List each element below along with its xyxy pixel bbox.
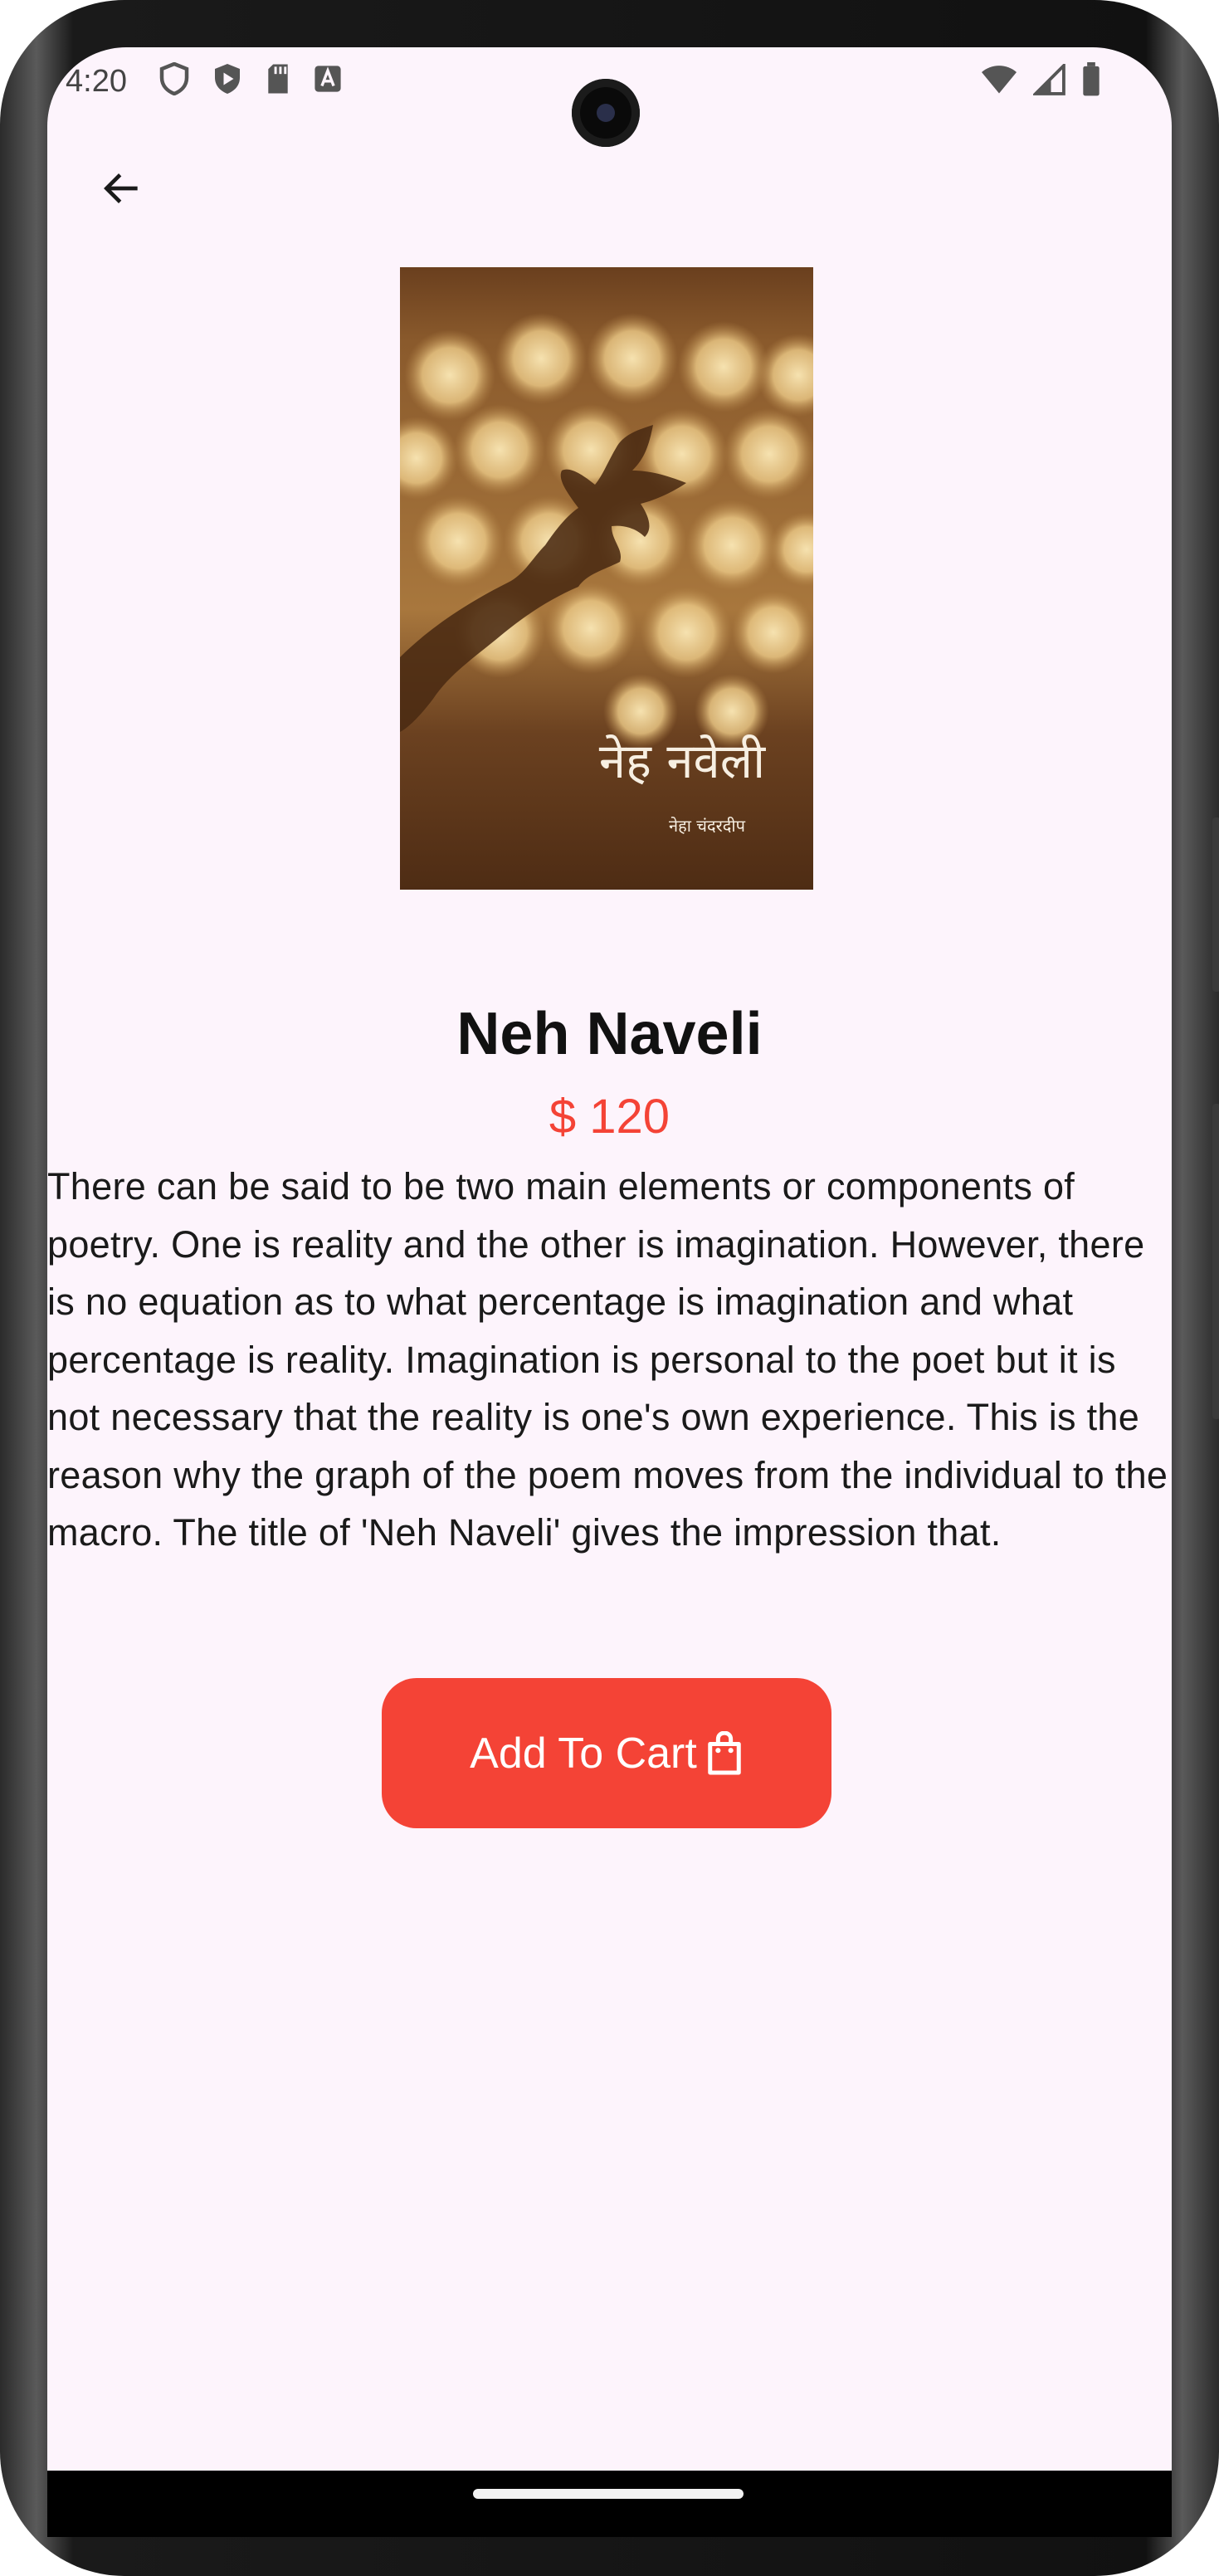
volume-button	[1212, 817, 1219, 992]
add-to-cart-label: Add To Cart	[470, 1729, 697, 1778]
back-button[interactable]	[80, 147, 163, 230]
battery-icon	[1083, 62, 1100, 96]
sd-card-icon	[268, 64, 288, 94]
book-title: Neh Naveli	[456, 1001, 763, 1067]
book-description: There can be said to be two main element…	[47, 1165, 1168, 1554]
front-camera	[572, 79, 640, 147]
arrow-left-icon	[104, 173, 138, 203]
status-time: 4:20	[66, 64, 127, 99]
shopping-bag-icon	[708, 1730, 741, 1774]
book-cover-image: नेह नवेली नेहा चंदरदीप	[400, 267, 813, 890]
wifi-icon	[982, 66, 1017, 94]
font-a-icon	[315, 66, 341, 92]
navigation-bar	[47, 2471, 1172, 2537]
cover-title: नेह नवेली	[599, 733, 766, 789]
shield-icon	[159, 62, 189, 95]
play-shield-icon	[215, 64, 240, 94]
home-gesture-handle[interactable]	[473, 2489, 744, 2499]
book-price: $ 120	[549, 1090, 670, 1144]
cellular-signal-icon	[1033, 64, 1065, 95]
cover-author: नेहा चंदरदीप	[669, 816, 746, 836]
app-screen: 4:20 नेह नवेली नेहा चंदरदीप Neh Naveli $…	[47, 47, 1172, 2471]
power-button	[1212, 1104, 1219, 1419]
add-to-cart-button[interactable]: Add To Cart	[382, 1678, 831, 1828]
